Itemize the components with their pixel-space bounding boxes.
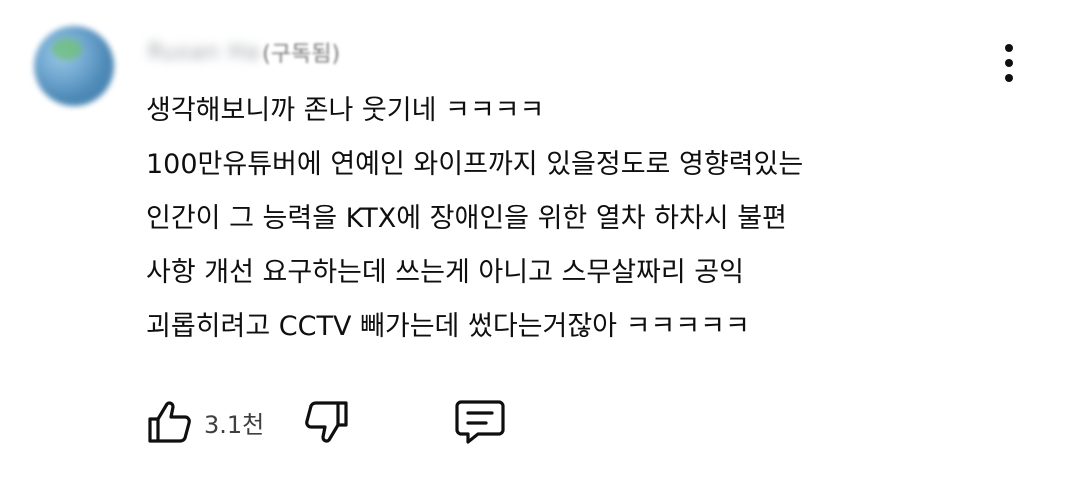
- comment-actions: 3.1천: [146, 396, 506, 448]
- comment: Rusan Ha (구독됨) 생각해보니까 존나 웃기네 ㅋㅋㅋㅋ 100만유튜…: [0, 0, 1080, 497]
- reply-button[interactable]: [454, 398, 506, 446]
- more-vertical-icon: [1005, 44, 1013, 52]
- thumbs-down-icon: [305, 401, 348, 443]
- comment-icon: [455, 400, 505, 444]
- comment-author[interactable]: Rusan Ha (구독됨): [148, 38, 341, 68]
- like-count: 3.1천: [204, 410, 265, 439]
- comment-line: 인간이 그 능력을 KTX에 장애인을 위한 열차 하차시 불편: [146, 203, 787, 234]
- comment-line: 생각해보니까 존나 웃기네 ㅋㅋㅋㅋ: [146, 95, 545, 126]
- thumbs-up-icon: [148, 401, 191, 443]
- like-button[interactable]: 3.1천: [146, 399, 264, 445]
- author-name[interactable]: Rusan Ha: [148, 40, 260, 65]
- author-suffix: (구독됨): [262, 42, 341, 67]
- dislike-button[interactable]: [304, 399, 350, 445]
- more-vertical-icon: [1005, 59, 1013, 67]
- avatar[interactable]: [34, 26, 114, 106]
- comment-line: 사항 개선 요구하는데 쓰는게 아니고 스무살짜리 공익: [146, 257, 744, 288]
- comment-line: 100만유튜버에 연예인 와이프까지 있을정도로 영향력있는: [146, 149, 804, 180]
- more-options-button[interactable]: [992, 40, 1026, 86]
- comment-line: 괴롭히려고 CCTV 빼가는데 썼다는거잖아 ㅋㅋㅋㅋㅋ: [146, 311, 750, 342]
- more-vertical-icon: [1005, 74, 1013, 82]
- comment-text: 생각해보니까 존나 웃기네 ㅋㅋㅋㅋ 100만유튜버에 연예인 와이프까지 있을…: [146, 84, 1046, 354]
